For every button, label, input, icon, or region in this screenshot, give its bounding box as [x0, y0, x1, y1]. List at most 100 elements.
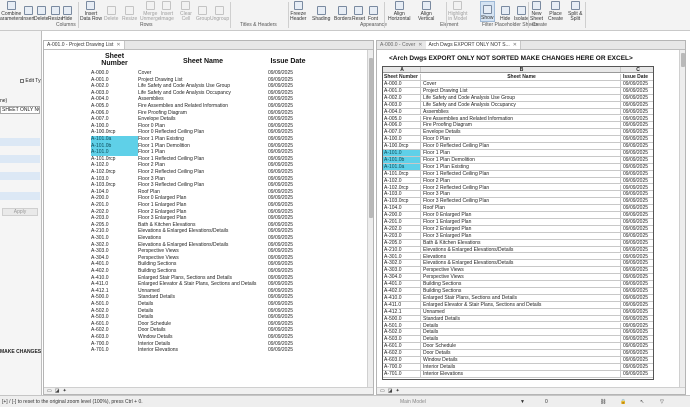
merge-button[interactable]: Merge Unmerge: [140, 1, 161, 22]
cell-name[interactable]: Window Details: [421, 357, 621, 363]
table-row[interactable]: A-302.0 Elevations & Enlarged Elevations/…: [383, 260, 653, 268]
table-row[interactable]: A-100.0 Floor 0 Plan 09/09/2025: [383, 136, 653, 144]
cell-date[interactable]: 09/09/2025: [621, 274, 653, 280]
table-row[interactable]: A-101.0a Floor 1 Plan Existing 09/09/2025: [383, 163, 653, 171]
cell-date[interactable]: 09/09/2025: [621, 150, 653, 156]
cell-name[interactable]: Unnamed: [421, 308, 621, 315]
cell-name[interactable]: Details: [421, 322, 621, 329]
cell-name[interactable]: Floor 1 Plan Existing: [421, 163, 621, 170]
cell-name[interactable]: Elevations: [421, 253, 621, 260]
selected-property-row-3[interactable]: [0, 172, 40, 180]
cell-name[interactable]: Floor 2 Reflected Ceiling Plan: [421, 184, 621, 191]
cell-date[interactable]: 09/09/2025: [621, 240, 653, 246]
cell-name[interactable]: Elevations & Enlarged Elevations/Details: [421, 260, 621, 266]
selected-property-row-2[interactable]: [0, 155, 40, 163]
cell-date[interactable]: 09/09/2025: [268, 347, 308, 354]
resize-button[interactable]: Resize: [122, 1, 137, 22]
cell-number[interactable]: A-103.0: [383, 191, 421, 197]
lock-icon[interactable]: 🔒: [620, 399, 626, 405]
hide-button[interactable]: Hide: [62, 1, 72, 22]
cell-date[interactable]: 09/09/2025: [621, 205, 653, 211]
cell-date[interactable]: 09/09/2025: [621, 171, 653, 177]
cell-number[interactable]: A-205.0: [383, 239, 421, 246]
edit-type-button[interactable]: Edit Type: [20, 78, 41, 84]
cell-date[interactable]: 09/09/2025: [621, 198, 653, 204]
cell-name[interactable]: Roof Plan: [421, 205, 621, 211]
cell-date[interactable]: 09/09/2025: [621, 336, 653, 342]
column-letter-a[interactable]: A: [383, 67, 421, 73]
cell-name[interactable]: Floor 3 Reflected Ceiling Plan: [421, 198, 621, 204]
cell-number[interactable]: A-203.0: [383, 232, 421, 239]
column-letter-b[interactable]: B: [421, 67, 621, 73]
cell-name[interactable]: Floor 3 Plan: [421, 191, 621, 197]
cell-date[interactable]: 09/09/2025: [621, 350, 653, 356]
cell-date[interactable]: 09/09/2025: [621, 219, 653, 225]
active-model[interactable]: Main Model: [400, 399, 426, 405]
table-row[interactable]: A-501.0 Details 09/09/2025: [383, 322, 653, 330]
cell-date[interactable]: 09/09/2025: [621, 233, 653, 239]
cell-number[interactable]: A-700.0: [383, 363, 421, 370]
cell-number[interactable]: A-411.0: [383, 301, 421, 308]
cell-number[interactable]: A-100.0: [383, 136, 421, 142]
cell-date[interactable]: 09/09/2025: [621, 357, 653, 363]
cell-number[interactable]: A-301.0: [383, 253, 421, 260]
combine-button[interactable]: Combine arameters: [0, 1, 23, 22]
table-row[interactable]: A-202.0 Floor 2 Enlarged Plan 09/09/2025: [383, 225, 653, 233]
cell-number[interactable]: A-103.0rcp: [383, 198, 421, 204]
cell-date[interactable]: 09/09/2025: [621, 260, 653, 266]
cell-name[interactable]: Floor 1 Plan Demolition: [421, 156, 621, 163]
vertical-scrollbar[interactable]: [679, 50, 685, 389]
cell-number[interactable]: A-412.1: [383, 308, 421, 315]
table-row[interactable]: A-412.1 Unnamed 09/09/2025: [383, 308, 653, 316]
cell-date[interactable]: 09/09/2025: [621, 254, 653, 260]
hide-button[interactable]: Hide: [500, 1, 510, 22]
cell-number[interactable]: A-603.0: [383, 357, 421, 363]
cell-name[interactable]: Standard Details: [421, 315, 621, 322]
table-row[interactable]: A-301.0 Elevations 09/09/2025: [383, 253, 653, 261]
highlight-button[interactable]: Highlight in Model: [448, 1, 467, 22]
column-letter-c[interactable]: C: [621, 67, 653, 73]
cell-number[interactable]: A-303.0: [383, 267, 421, 273]
cell-date[interactable]: 09/09/2025: [621, 143, 653, 149]
cell-name[interactable]: Floor 1 Plan: [421, 150, 621, 156]
view-scale-icon[interactable]: ▭: [47, 388, 52, 394]
cell-number[interactable]: A-410.0: [383, 294, 421, 301]
cell-name[interactable]: Floor 0 Plan: [421, 136, 621, 142]
cell-number[interactable]: A-102.0rcp: [383, 184, 421, 191]
reset-button[interactable]: Reset: [352, 1, 365, 22]
table-row[interactable]: A-001.0 Project Drawing List 09/09/2025: [383, 87, 653, 95]
table-row[interactable]: A-304.0 Perspective Views 09/09/2025: [383, 274, 653, 282]
cell-name[interactable]: Floor 3 Enlarged Plan: [421, 232, 621, 239]
table-row[interactable]: A-101.0 Floor 1 Plan 09/09/2025: [383, 150, 653, 157]
cell-name[interactable]: Enlarged Elevator & Stair Plans, Section…: [421, 301, 621, 308]
cell-number[interactable]: A-000.0: [383, 81, 421, 87]
insert-button[interactable]: Insert: [22, 1, 35, 22]
cell-date[interactable]: 09/09/2025: [621, 309, 653, 315]
cell-number[interactable]: A-502.0: [383, 329, 421, 335]
cell-date[interactable]: 09/09/2025: [621, 364, 653, 370]
cell-number[interactable]: A-503.0: [383, 336, 421, 342]
cell-number[interactable]: A-004.0: [383, 108, 421, 115]
group-button[interactable]: Group: [196, 1, 210, 22]
cell-date[interactable]: 09/09/2025: [621, 281, 653, 287]
cell-number[interactable]: A-201.0: [383, 219, 421, 225]
table-row[interactable]: A-200.0 Floor 0 Enlarged Plan 09/09/2025: [383, 212, 653, 219]
table-row[interactable]: A-000.0 Cover 09/09/2025: [383, 81, 653, 88]
freeze-button[interactable]: Freeze Header: [290, 1, 306, 22]
cell-date[interactable]: 09/09/2025: [621, 288, 653, 294]
cell-date[interactable]: 09/09/2025: [621, 247, 653, 253]
cell-name[interactable]: Details: [421, 336, 621, 342]
ungroup-button[interactable]: Ungroup: [210, 1, 229, 22]
table-row[interactable]: A-210.0 Elevations & Enlarged Elevations/…: [383, 246, 653, 254]
cell-name[interactable]: Floor 1 Enlarged Plan: [421, 219, 621, 225]
graphics-icon[interactable]: ◪: [388, 388, 393, 394]
cell-name[interactable]: Enlarged Stair Plans, Sections and Detai…: [421, 294, 621, 301]
view-name-field[interactable]: SHEET ONLY NOT S...: [0, 106, 40, 114]
cell-name[interactable]: Door Schedule: [421, 343, 621, 349]
new-button[interactable]: New Sheet: [530, 1, 543, 22]
cell-number[interactable]: A-101.0a: [383, 163, 421, 170]
cell-date[interactable]: 09/09/2025: [621, 267, 653, 273]
cell-name[interactable]: Perspective Views: [421, 267, 621, 273]
cell-number[interactable]: A-002.0: [383, 94, 421, 101]
filter-icon[interactable]: ✦: [395, 388, 399, 394]
